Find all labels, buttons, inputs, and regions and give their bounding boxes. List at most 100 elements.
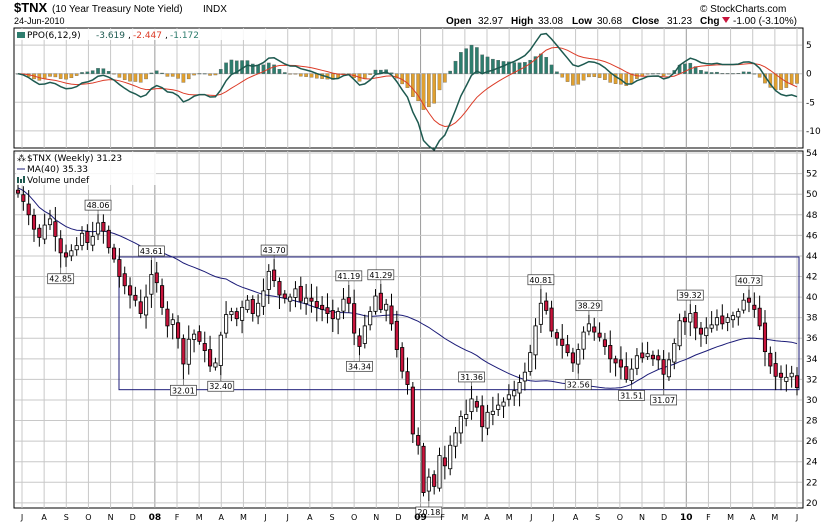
ppo-hist-bar bbox=[197, 73, 202, 75]
ppo-hist-bar bbox=[565, 73, 570, 82]
svg-text:32.56: 32.56 bbox=[567, 381, 590, 390]
legend-symbol-icon: ⁂ bbox=[17, 153, 26, 164]
ppo-hist-bar bbox=[464, 48, 468, 74]
ppo-hist-bar bbox=[128, 73, 132, 82]
ppo-hist-bar bbox=[779, 73, 783, 90]
ppo-hist-bar bbox=[160, 72, 164, 74]
price-y-tick: 44 bbox=[806, 252, 818, 262]
svg-text:,: , bbox=[128, 31, 131, 41]
x-tick-label: S bbox=[64, 513, 69, 522]
ppo-hist-bar bbox=[443, 73, 447, 83]
svg-text:41.29: 41.29 bbox=[369, 271, 392, 280]
x-tick-label: O bbox=[85, 513, 91, 522]
ppo-hist-bar bbox=[293, 73, 298, 75]
ppo-hist-bar bbox=[491, 58, 495, 74]
ppo-hist-bar bbox=[587, 73, 591, 78]
x-tick-label: A bbox=[484, 513, 490, 522]
svg-text:31.07: 31.07 bbox=[652, 396, 675, 405]
ppo-hist-bar bbox=[699, 70, 703, 74]
ppo-hist-bar bbox=[571, 73, 575, 86]
x-tick-label: F bbox=[706, 513, 711, 522]
ppo-hist-bar bbox=[789, 73, 794, 85]
svg-text:32.40: 32.40 bbox=[209, 382, 232, 391]
ppo-hist-bar bbox=[576, 73, 581, 85]
ppo-legend-swatch bbox=[17, 32, 25, 38]
ppo-hist-bar bbox=[741, 71, 746, 74]
ppo-hist-bar bbox=[80, 72, 84, 74]
x-tick-label: N bbox=[108, 513, 114, 522]
ppo-hist-bar bbox=[795, 73, 799, 84]
ppo-hist-bar bbox=[42, 73, 47, 79]
price-legend-main: $TNX (Weekly) 31.23 bbox=[27, 154, 122, 164]
ppo-hist-bar bbox=[603, 73, 607, 80]
x-tick-label: J bbox=[551, 513, 554, 522]
x-tick-label: M bbox=[506, 513, 513, 522]
ppo-hist-bar bbox=[720, 73, 725, 75]
ppo-hist-bar bbox=[58, 73, 63, 79]
low-label: Low bbox=[572, 16, 592, 27]
price-y-tick: 46 bbox=[806, 231, 818, 241]
svg-text:43.70: 43.70 bbox=[263, 246, 286, 255]
price-y-tick: 36 bbox=[806, 334, 818, 344]
ppo-hist-bar bbox=[597, 73, 602, 78]
ppo-hist-bar bbox=[709, 72, 714, 74]
x-tick-label: A bbox=[41, 513, 47, 522]
ppo-hist-bar bbox=[218, 69, 223, 74]
chg-value: -1.00 (-3.10%) bbox=[733, 16, 797, 27]
x-tick-label: S bbox=[329, 513, 334, 522]
ppo-hist-bar bbox=[368, 73, 372, 75]
ppo-hist-bar bbox=[85, 71, 90, 74]
price-y-tick: 24 bbox=[806, 458, 818, 468]
ppo-hist-bar bbox=[149, 72, 154, 74]
x-tick-label: D bbox=[395, 513, 401, 522]
exchange-label: INDX bbox=[203, 4, 227, 15]
price-y-tick: 54 bbox=[806, 149, 818, 159]
x-tick-label: O bbox=[351, 513, 357, 522]
x-tick-label: M bbox=[240, 513, 247, 522]
x-tick-label: J bbox=[263, 513, 266, 522]
x-tick-label: M bbox=[461, 513, 468, 522]
x-tick-label: 08 bbox=[149, 513, 162, 523]
low-value: 30.68 bbox=[597, 16, 622, 27]
ppo-hist-bar bbox=[448, 70, 452, 74]
ppo-hist-bar bbox=[133, 73, 138, 82]
ppo-hist-bar bbox=[405, 73, 410, 88]
ppo-hist-bar bbox=[560, 73, 565, 78]
svg-text:40.81: 40.81 bbox=[529, 276, 552, 285]
close-value: 31.23 bbox=[667, 16, 692, 27]
x-tick-label: J bbox=[529, 513, 532, 522]
ppo-hist-bar bbox=[277, 68, 282, 74]
ppo-hist-bar bbox=[667, 73, 671, 75]
x-tick-label: D bbox=[130, 513, 136, 522]
symbol-label: $TNX bbox=[14, 0, 48, 15]
ppo-hist-bar bbox=[112, 73, 116, 75]
ppo-hist-bar bbox=[298, 73, 303, 77]
ppo-legend-v2: -2.447 bbox=[133, 31, 162, 41]
ppo-hist-bar bbox=[176, 73, 180, 79]
ppo-hist-bar bbox=[224, 62, 228, 74]
svg-text:48.06: 48.06 bbox=[87, 201, 110, 210]
ppo-hist-bar bbox=[453, 60, 458, 74]
price-y-tick: 30 bbox=[806, 396, 818, 406]
price-y-tick: 50 bbox=[806, 190, 818, 200]
chg-label: Chg bbox=[700, 16, 719, 27]
x-tick-label: M bbox=[727, 513, 734, 522]
price-panel: 42.85 48.06 43.61 32.01 32.40 43.70 41.19 34.34… bbox=[13, 149, 818, 518]
x-tick-label: A bbox=[219, 513, 225, 522]
x-tick-label: D bbox=[661, 513, 667, 522]
price-y-tick: 34 bbox=[806, 355, 818, 365]
ppo-hist-bar bbox=[427, 73, 431, 108]
stock-chart: $TNX (10 Year Treasury Note Yield) INDX … bbox=[0, 0, 832, 524]
price-y-tick: 32 bbox=[806, 375, 817, 385]
svg-text:39.32: 39.32 bbox=[679, 291, 702, 300]
ppo-hist-bar bbox=[53, 73, 58, 78]
ppo-hist-bar bbox=[74, 73, 79, 76]
ppo-hist-bar bbox=[282, 72, 287, 74]
svg-text:32.01: 32.01 bbox=[172, 386, 195, 395]
ppo-y-tick: 5 bbox=[806, 41, 812, 51]
ppo-hist-bar bbox=[517, 62, 522, 74]
ppo-hist-bar bbox=[213, 73, 218, 76]
ppo-hist-bar bbox=[501, 61, 506, 74]
brand-label: © StockCharts.com bbox=[700, 4, 786, 15]
ppo-hist-bar bbox=[656, 73, 661, 75]
